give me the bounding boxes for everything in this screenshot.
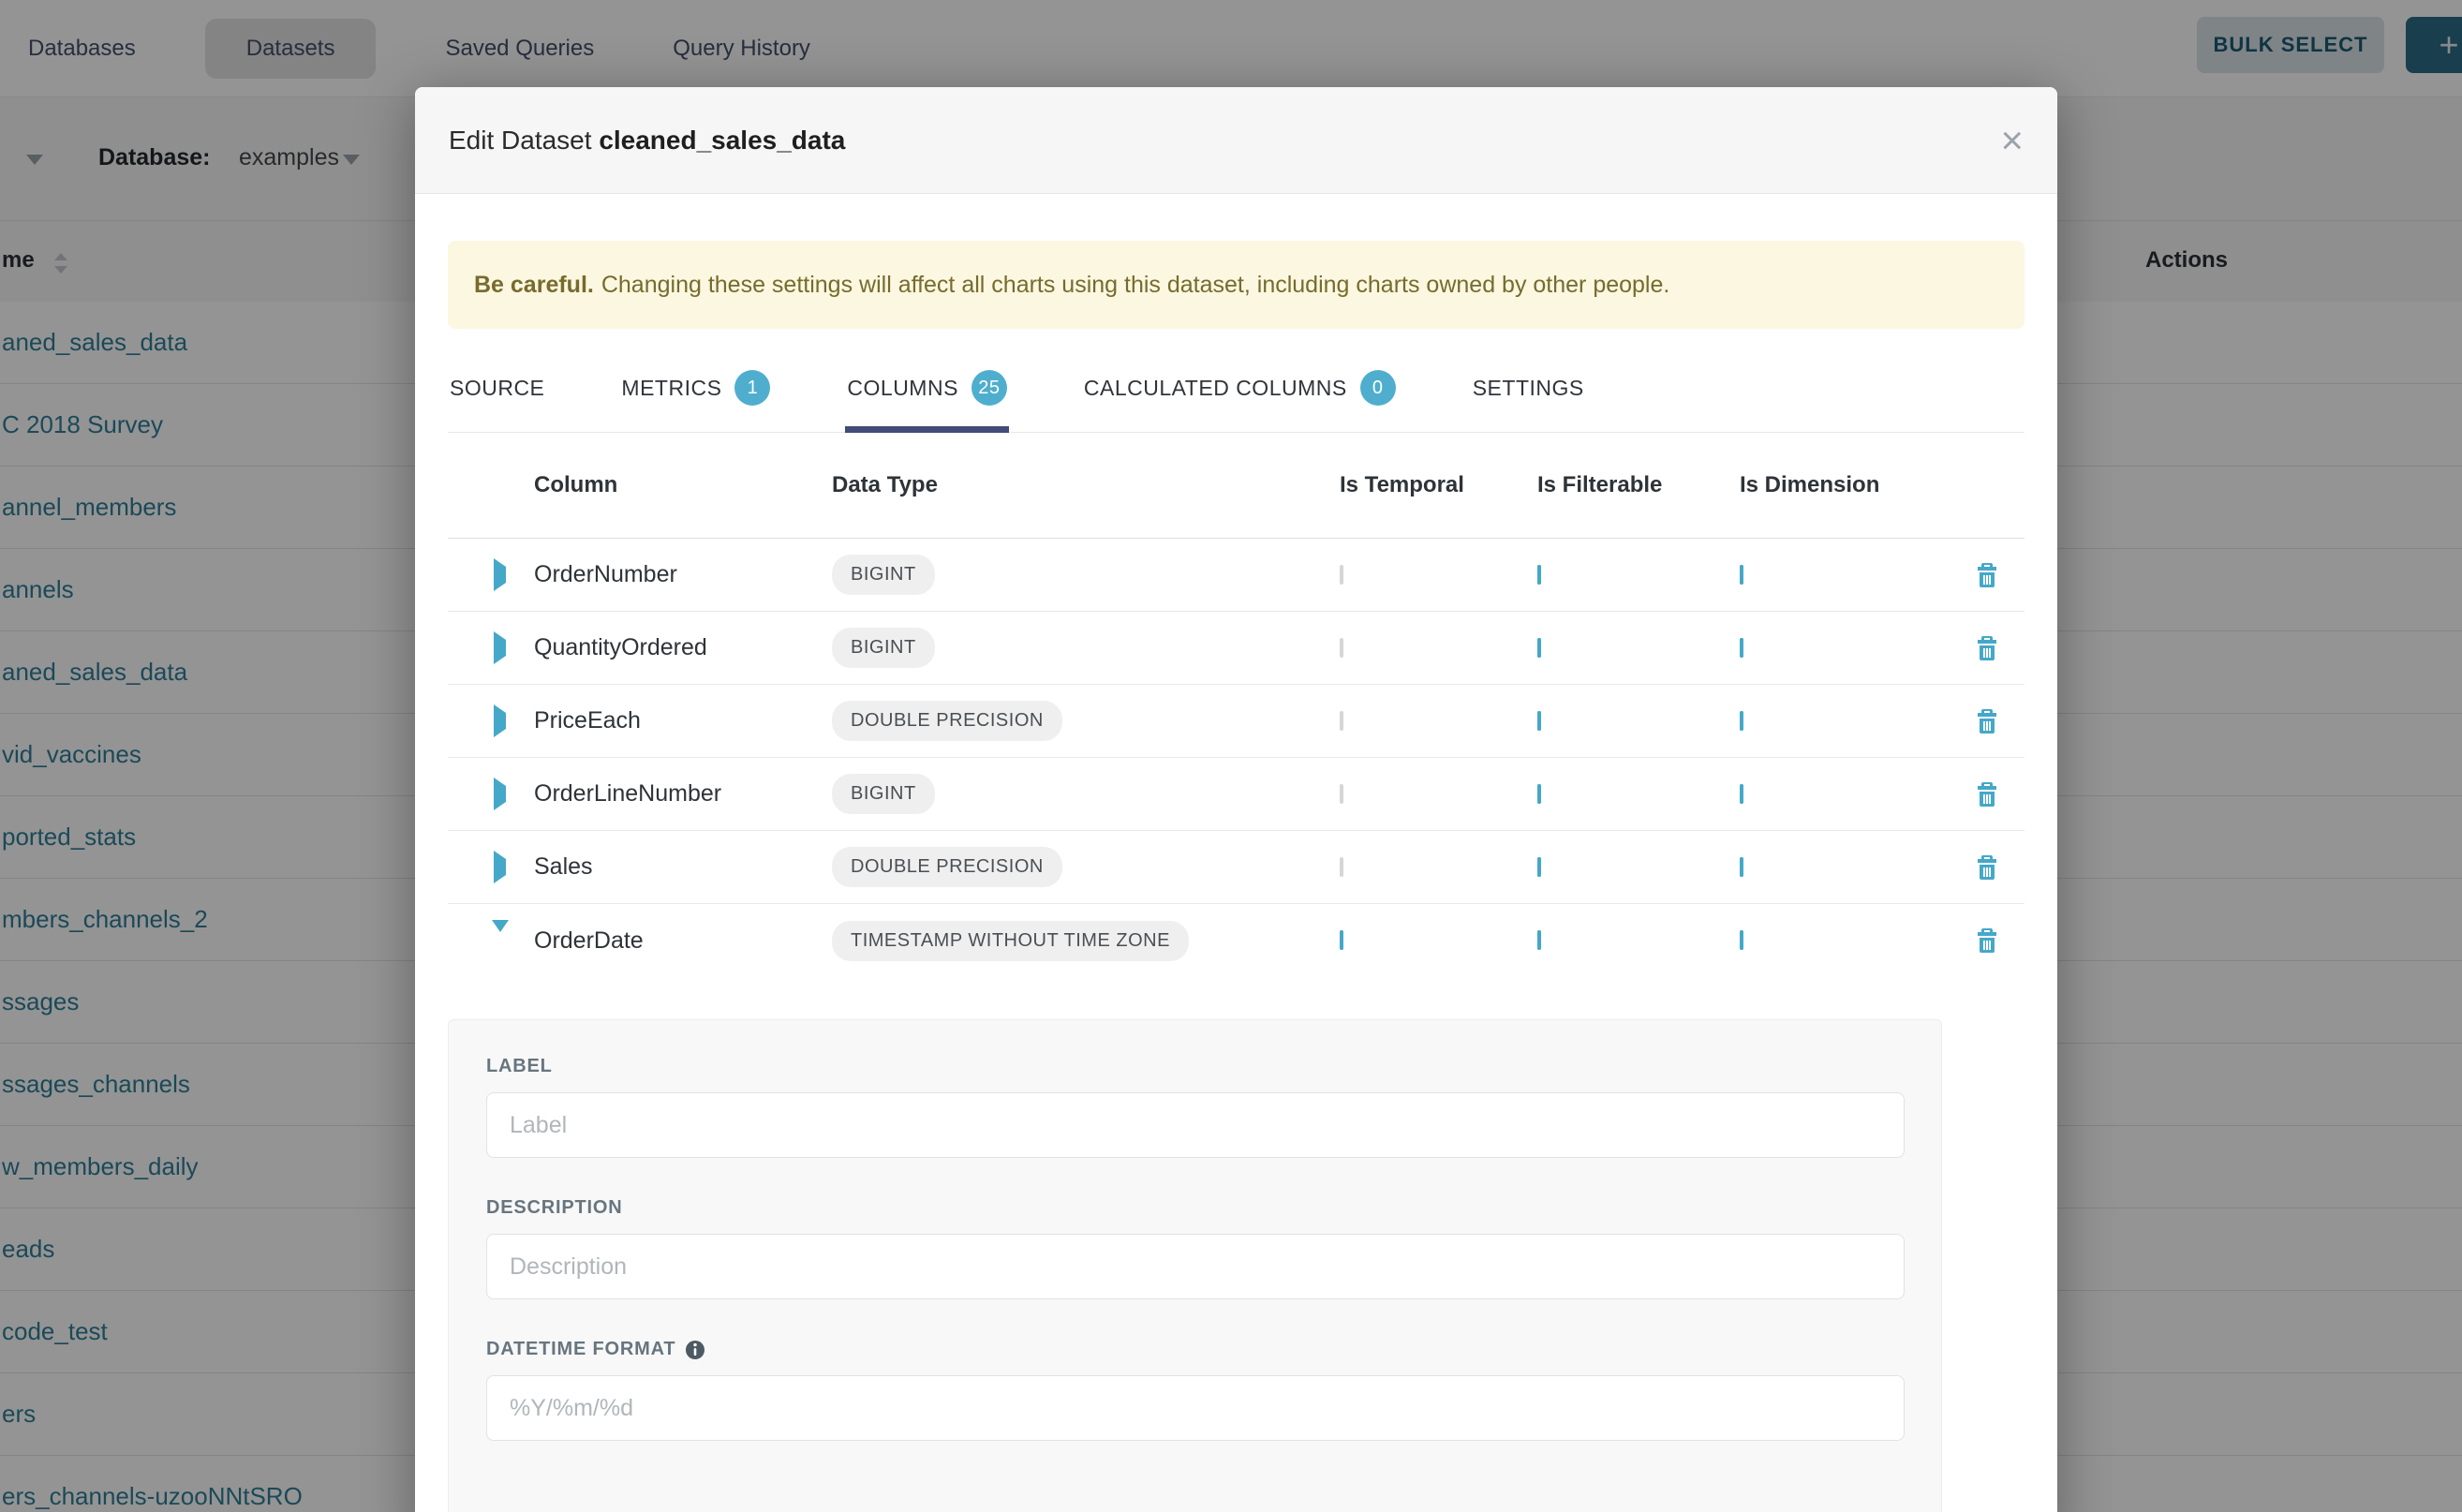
column-name: PriceEach: [534, 707, 832, 734]
delete-column-icon[interactable]: [1976, 708, 1998, 734]
label-field-label: LABEL: [486, 1056, 1904, 1077]
warning-text: Changing these settings will affect all …: [601, 272, 1670, 299]
datetime-format-input[interactable]: [486, 1375, 1905, 1441]
column-name: OrderLineNumber: [534, 780, 832, 808]
is-dimension-checkbox[interactable]: [1740, 711, 1743, 731]
is-temporal-checkbox[interactable]: [1340, 638, 1343, 658]
columns-table-header: Column Data Type Is Temporal Is Filterab…: [448, 433, 2024, 539]
column-name: OrderDate: [534, 927, 832, 955]
tab-count-badge: 0: [1360, 370, 1396, 406]
modal-title-dataset-name: cleaned_sales_data: [599, 126, 845, 155]
tab-metrics[interactable]: METRICS 1: [619, 355, 772, 433]
is-dimension-checkbox[interactable]: [1740, 930, 1743, 950]
delete-column-icon[interactable]: [1976, 781, 1998, 808]
tab-source[interactable]: SOURCE: [448, 355, 546, 433]
tab-settings[interactable]: SETTINGS: [1471, 355, 1586, 433]
delete-column-icon[interactable]: [1976, 854, 1998, 881]
data-type-pill: BIGINT: [832, 628, 935, 668]
is-temporal-checkbox[interactable]: [1340, 711, 1343, 731]
modal-header: Edit Dataset cleaned_sales_data ×: [415, 87, 2057, 194]
tab-columns[interactable]: COLUMNS 25: [845, 355, 1009, 433]
delete-column-icon[interactable]: [1976, 927, 1998, 954]
description-field-label: DESCRIPTION: [486, 1197, 1904, 1219]
data-type-pill: BIGINT: [832, 555, 935, 595]
is-temporal-checkbox[interactable]: [1340, 857, 1343, 877]
expand-caret-icon[interactable]: [494, 631, 506, 664]
data-type-pill: DOUBLE PRECISION: [832, 701, 1062, 741]
is-filterable-checkbox[interactable]: [1537, 711, 1541, 731]
is-dimension-checkbox[interactable]: [1740, 638, 1743, 658]
expand-caret-icon[interactable]: [494, 778, 506, 810]
header-data-type: Data Type: [832, 472, 1340, 498]
datetime-format-field-label: DATETIME FORMAT: [486, 1339, 1904, 1360]
is-temporal-checkbox[interactable]: [1340, 784, 1343, 804]
tab-count-badge: 25: [971, 370, 1007, 406]
is-filterable-checkbox[interactable]: [1537, 930, 1541, 950]
modal-tabs: SOURCE METRICS 1 COLUMNS 25 CALCULATED C…: [448, 355, 2024, 433]
column-name: OrderNumber: [534, 561, 832, 588]
column-row-expanded: OrderDate TIMESTAMP WITHOUT TIME ZONE: [448, 904, 2024, 977]
tab-count-badge: 1: [734, 370, 770, 406]
is-dimension-checkbox[interactable]: [1740, 565, 1743, 585]
is-temporal-checkbox[interactable]: [1340, 930, 1343, 950]
delete-column-icon[interactable]: [1976, 635, 1998, 661]
expand-caret-icon[interactable]: [494, 558, 506, 591]
warning-bold-text: Be careful.: [474, 272, 594, 299]
description-input[interactable]: [486, 1234, 1905, 1299]
tab-label: METRICS: [621, 376, 721, 401]
is-filterable-checkbox[interactable]: [1537, 857, 1541, 877]
screen: Databases Datasets Saved Queries Query H…: [0, 0, 2462, 1512]
modal-title: Edit Dataset cleaned_sales_data: [449, 126, 845, 156]
tab-calculated-columns[interactable]: CALCULATED COLUMNS 0: [1082, 355, 1398, 433]
collapse-caret-icon[interactable]: [492, 920, 509, 948]
is-filterable-checkbox[interactable]: [1537, 565, 1541, 585]
column-row: QuantityOrdered BIGINT: [448, 612, 2024, 685]
is-filterable-checkbox[interactable]: [1537, 784, 1541, 804]
is-temporal-checkbox[interactable]: [1340, 565, 1343, 585]
data-type-pill: TIMESTAMP WITHOUT TIME ZONE: [832, 921, 1189, 961]
is-filterable-checkbox[interactable]: [1537, 638, 1541, 658]
delete-column-icon[interactable]: [1976, 562, 1998, 588]
tab-label: SOURCE: [450, 376, 544, 401]
tab-label: CALCULATED COLUMNS: [1084, 376, 1347, 401]
is-dimension-checkbox[interactable]: [1740, 784, 1743, 804]
column-name: QuantityOrdered: [534, 634, 832, 661]
header-is-temporal: Is Temporal: [1340, 472, 1537, 498]
data-type-pill: DOUBLE PRECISION: [832, 847, 1062, 887]
modal-body: Be careful. Changing these settings will…: [415, 241, 2057, 1512]
column-row: Sales DOUBLE PRECISION: [448, 831, 2024, 904]
column-row: PriceEach DOUBLE PRECISION: [448, 685, 2024, 758]
data-type-pill: BIGINT: [832, 774, 935, 814]
header-is-filterable: Is Filterable: [1537, 472, 1740, 498]
header-is-dimension: Is Dimension: [1740, 472, 1950, 498]
edit-dataset-modal: Edit Dataset cleaned_sales_data × Be car…: [415, 87, 2057, 1512]
column-detail-panel: LABEL DESCRIPTION DATETIME FORMAT: [448, 1019, 1942, 1512]
expand-caret-icon[interactable]: [494, 704, 506, 737]
expand-caret-icon[interactable]: [494, 851, 506, 883]
column-name: Sales: [534, 853, 832, 881]
tab-label: COLUMNS: [847, 376, 958, 401]
is-dimension-checkbox[interactable]: [1740, 857, 1743, 877]
close-icon[interactable]: ×: [2000, 121, 2024, 160]
column-row: OrderLineNumber BIGINT: [448, 758, 2024, 831]
tab-label: SETTINGS: [1473, 376, 1584, 401]
warning-banner: Be careful. Changing these settings will…: [448, 241, 2024, 329]
info-icon[interactable]: [685, 1340, 705, 1360]
modal-title-prefix: Edit Dataset: [449, 126, 592, 155]
label-input[interactable]: [486, 1092, 1905, 1158]
column-row: OrderNumber BIGINT: [448, 539, 2024, 612]
header-column: Column: [534, 472, 832, 498]
